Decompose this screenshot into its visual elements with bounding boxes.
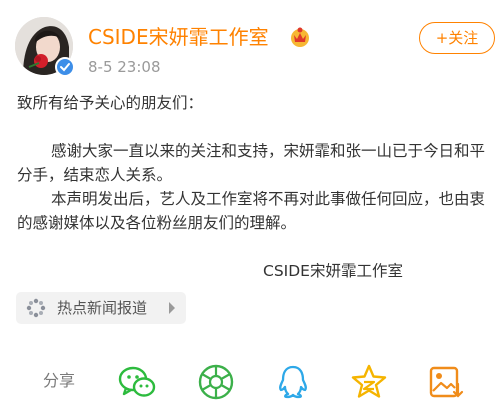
post-header: CSIDE宋妍霏工作室 8-5 23:08 +关注: [0, 0, 500, 86]
moments-icon[interactable]: [196, 362, 236, 402]
save-image-icon[interactable]: [425, 362, 465, 402]
post-greeting: 致所有给予关心的朋友们：: [17, 94, 204, 112]
post-paragraph: 感谢大家一直以来的关注和支持，宋妍霏和张一山已于今日和平分手，结束恋人关系。: [17, 142, 486, 184]
post-signature: CSIDE宋妍霏工作室: [263, 262, 403, 280]
vip-crown-icon[interactable]: [289, 26, 311, 48]
post-paragraph: 本声明发出后，艺人及工作室将不再对此事做任何回应，也由衷的感谢媒体以及各位粉丝朋…: [17, 190, 486, 232]
topic-chip[interactable]: 热点新闻报道: [16, 292, 186, 324]
verified-icon: [55, 57, 75, 77]
share-label: 分享: [43, 371, 76, 390]
follow-button[interactable]: +关注: [419, 22, 495, 54]
qq-icon[interactable]: [273, 362, 313, 402]
hot-news-icon: [26, 298, 46, 318]
topic-label: 热点新闻报道: [57, 299, 148, 317]
post-timestamp: 8-5 23:08: [88, 58, 161, 76]
share-bar: 分享: [0, 348, 500, 412]
qzone-icon[interactable]: [349, 362, 389, 402]
wechat-icon[interactable]: [117, 362, 157, 402]
chevron-right-icon: [168, 300, 176, 314]
account-name[interactable]: CSIDE宋妍霏工作室: [88, 24, 269, 50]
